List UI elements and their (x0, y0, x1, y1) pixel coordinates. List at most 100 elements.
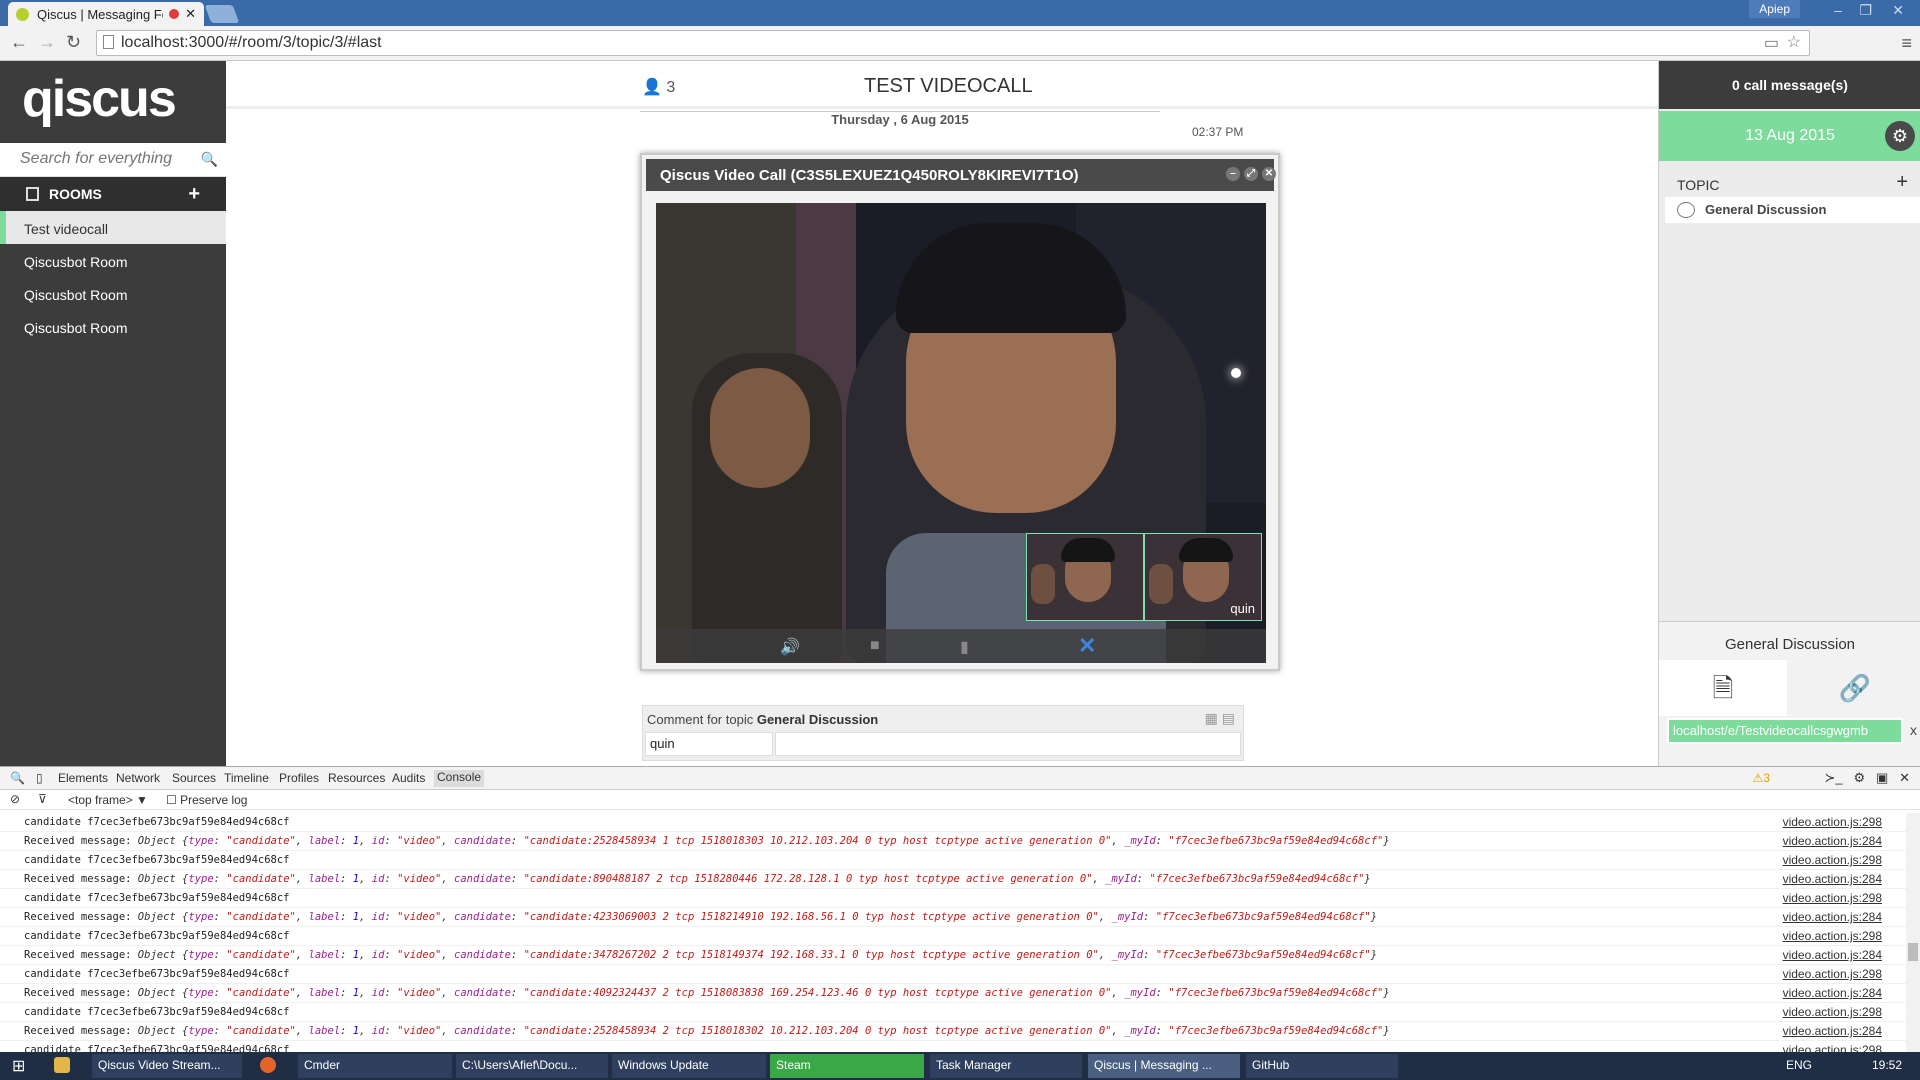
console-source-link[interactable]: video.action.js:284 (1783, 1022, 1882, 1040)
console-source-link[interactable]: video.action.js:284 (1783, 832, 1882, 850)
search-icon[interactable]: 🔍 (201, 151, 218, 168)
reload-icon[interactable]: ↻ (66, 32, 81, 53)
new-tab-button[interactable] (204, 5, 240, 23)
console-source-link[interactable]: video.action.js:284 (1783, 908, 1882, 926)
gear-icon[interactable]: ⚙ (1885, 121, 1915, 151)
console-source-link[interactable]: video.action.js:298 (1783, 813, 1882, 831)
close-icon[interactable]: ✕ (1899, 770, 1910, 785)
participant-thumbnail[interactable] (1026, 533, 1144, 621)
taskbar-item[interactable]: Qiscus Video Stream... (92, 1054, 242, 1078)
video-call-window: Qiscus Video Call (C3S5LEXUEZ1Q450ROLY8K… (640, 153, 1280, 671)
minimize-icon[interactable]: – (1226, 167, 1240, 181)
share-url-field[interactable]: localhost/e/Testvideocallcsgwgmb (1667, 718, 1903, 744)
menu-icon[interactable]: ≡ (1901, 33, 1912, 54)
console-log-line: Received message: Object {type: "candida… (0, 908, 1906, 927)
topic-item[interactable]: General Discussion (1665, 197, 1920, 223)
camera-icon[interactable]: ■ (870, 637, 880, 655)
console-source-link[interactable]: video.action.js:298 (1783, 1003, 1882, 1021)
taskbar-item[interactable]: Qiscus | Messaging ... (1088, 1054, 1240, 1078)
console-source-link[interactable]: video.action.js:284 (1783, 946, 1882, 964)
clear-console-icon[interactable]: ⊘ (10, 792, 20, 806)
frame-selector[interactable]: <top frame> ▼ (68, 793, 148, 807)
search-input[interactable] (0, 143, 190, 175)
participant-thumbnail[interactable]: quin (1144, 533, 1262, 621)
restore-icon[interactable]: ❐ (1859, 2, 1872, 19)
tab-timeline[interactable]: Timeline (224, 771, 269, 785)
close-tab-icon[interactable]: ✕ (185, 6, 196, 22)
end-call-icon[interactable]: ✕ (1078, 633, 1096, 659)
tab-audits[interactable]: Audits (392, 771, 425, 785)
comment-label: Comment for topic General Discussion (647, 712, 878, 727)
calendar-icon[interactable]: ▦ (1205, 710, 1218, 726)
add-room-icon[interactable]: + (188, 183, 200, 206)
console-source-link[interactable]: video.action.js:298 (1783, 889, 1882, 907)
comment-tools: ▦ ▤ (1205, 710, 1235, 727)
tab-elements[interactable]: Elements (58, 771, 108, 785)
member-count[interactable]: 👤 3 (642, 77, 675, 97)
clock[interactable]: 19:52 (1872, 1058, 1902, 1072)
signal-icon[interactable]: ▮ (960, 637, 969, 657)
room-label: Qiscusbot Room (24, 254, 128, 270)
room-item[interactable]: Qiscusbot Room (0, 244, 226, 277)
console-drawer-icon[interactable]: ≻_ (1824, 770, 1842, 785)
console-source-link[interactable]: video.action.js:284 (1783, 984, 1882, 1002)
device-icon[interactable]: ▯ (36, 771, 43, 785)
camera-icon[interactable]: ▭ (1764, 33, 1779, 53)
preserve-log[interactable]: ☐ Preserve log (166, 793, 247, 807)
video-stream[interactable]: quin 🔊 ■ ▮ ✕ (656, 203, 1266, 663)
console-source-link[interactable]: video.action.js:298 (1783, 965, 1882, 983)
bookmark-star-icon[interactable]: ☆ (1787, 32, 1801, 52)
forward-icon[interactable]: → (38, 32, 56, 53)
dock-icon[interactable]: ▣ (1876, 770, 1888, 785)
maximize-icon[interactable]: ⤢ (1244, 167, 1258, 181)
inspect-icon[interactable]: 🔍 (10, 771, 25, 785)
call-messages[interactable]: 0 call message(s) (1659, 61, 1920, 109)
comment-input[interactable] (775, 732, 1241, 756)
tab-network[interactable]: Network (116, 771, 160, 785)
console-source-link[interactable]: video.action.js:284 (1783, 870, 1882, 888)
date-separator: Thursday , 6 Aug 2015 (640, 111, 1160, 129)
console-log-line: candidate f7cec3efbe673bc9af59e84ed94c68… (0, 927, 1906, 946)
room-item[interactable]: Qiscusbot Room (0, 310, 226, 343)
browser-user[interactable]: Apiep (1749, 0, 1800, 18)
room-label: Qiscusbot Room (24, 287, 128, 303)
close-icon[interactable]: ✕ (1262, 167, 1276, 181)
document-icon[interactable]: ▤ (1222, 710, 1235, 726)
room-item[interactable]: Qiscusbot Room (0, 277, 226, 310)
taskbar-item-label: Qiscus Video Stream... (98, 1058, 221, 1072)
filter-icon[interactable]: ⊽ (38, 792, 47, 806)
windows-start-icon[interactable]: ⊞ (12, 1056, 25, 1076)
tab-console[interactable]: Console (434, 770, 485, 787)
room-item[interactable]: Test videocall (0, 211, 226, 244)
comment-user: quin (645, 732, 773, 756)
volume-icon[interactable]: 🔊 (780, 637, 800, 657)
taskbar-item[interactable]: C:\Users\Afief\Docu... (456, 1054, 608, 1078)
add-topic-icon[interactable]: + (1896, 171, 1908, 194)
console-source-link[interactable]: video.action.js:298 (1783, 851, 1882, 869)
gear-icon[interactable]: ⚙ (1853, 770, 1865, 785)
back-icon[interactable]: ← (10, 32, 28, 53)
tab-resources[interactable]: Resources (328, 771, 385, 785)
close-window-icon[interactable]: ✕ (1892, 2, 1904, 19)
taskbar-item[interactable]: Task Manager (930, 1054, 1082, 1078)
browser-tab[interactable]: Qiscus | Messaging For ✕ (8, 2, 204, 26)
video-call-title-bar[interactable]: Qiscus Video Call (C3S5LEXUEZ1Q450ROLY8K… (646, 159, 1276, 191)
scrollbar[interactable] (1906, 813, 1920, 1053)
tab-profiles[interactable]: Profiles (279, 771, 319, 785)
warning-count[interactable]: ⚠3 (1753, 771, 1770, 785)
tab-sources[interactable]: Sources (172, 771, 216, 785)
explorer-icon[interactable] (54, 1057, 70, 1073)
firefox-icon[interactable] (260, 1057, 276, 1073)
url-input[interactable]: localhost:3000/#/room/3/topic/3/#last ▭ … (96, 30, 1810, 56)
files-tab[interactable]: 🗎 (1659, 660, 1787, 716)
language-indicator[interactable]: ENG (1786, 1058, 1812, 1072)
close-icon[interactable]: x (1910, 722, 1917, 738)
room-label: Test videocall (24, 221, 109, 237)
taskbar-item[interactable]: Windows Update (612, 1054, 766, 1078)
console-source-link[interactable]: video.action.js:298 (1783, 927, 1882, 945)
taskbar-item[interactable]: Cmder (298, 1054, 452, 1078)
taskbar-item[interactable]: GitHub (1246, 1054, 1398, 1078)
minimize-icon[interactable]: – (1834, 2, 1842, 18)
links-tab[interactable]: 🔗 (1789, 660, 1920, 716)
taskbar-item[interactable]: Steam (770, 1054, 924, 1078)
